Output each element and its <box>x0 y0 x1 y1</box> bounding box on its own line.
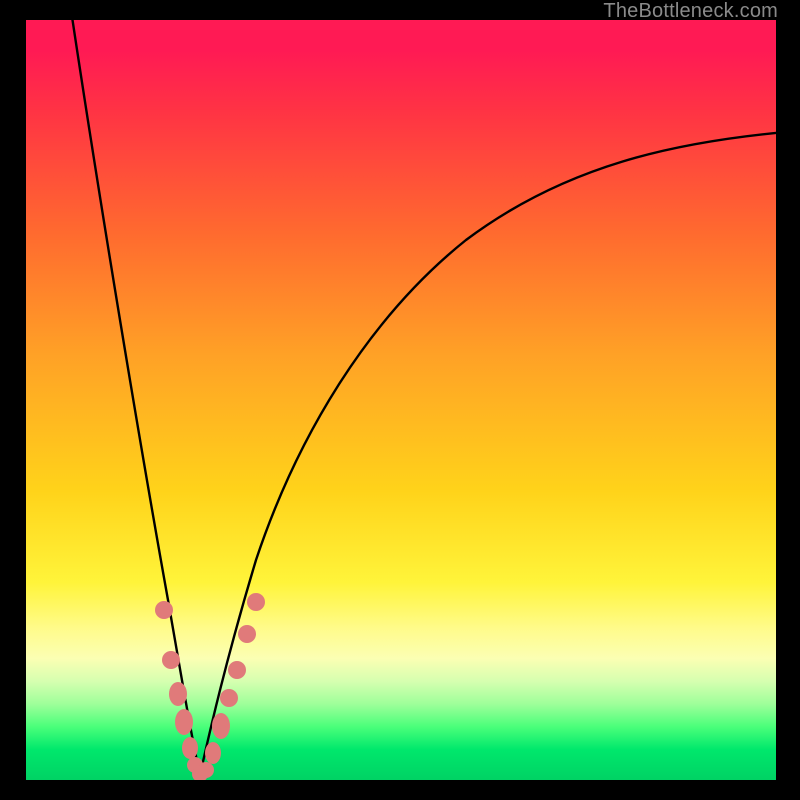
right-branch-curve <box>200 132 776 775</box>
chart-frame: TheBottleneck.com <box>0 0 800 800</box>
left-branch-curve <box>71 20 200 775</box>
watermark: TheBottleneck.com <box>603 0 778 23</box>
plot-area <box>26 20 776 780</box>
curve-layer <box>26 20 776 780</box>
